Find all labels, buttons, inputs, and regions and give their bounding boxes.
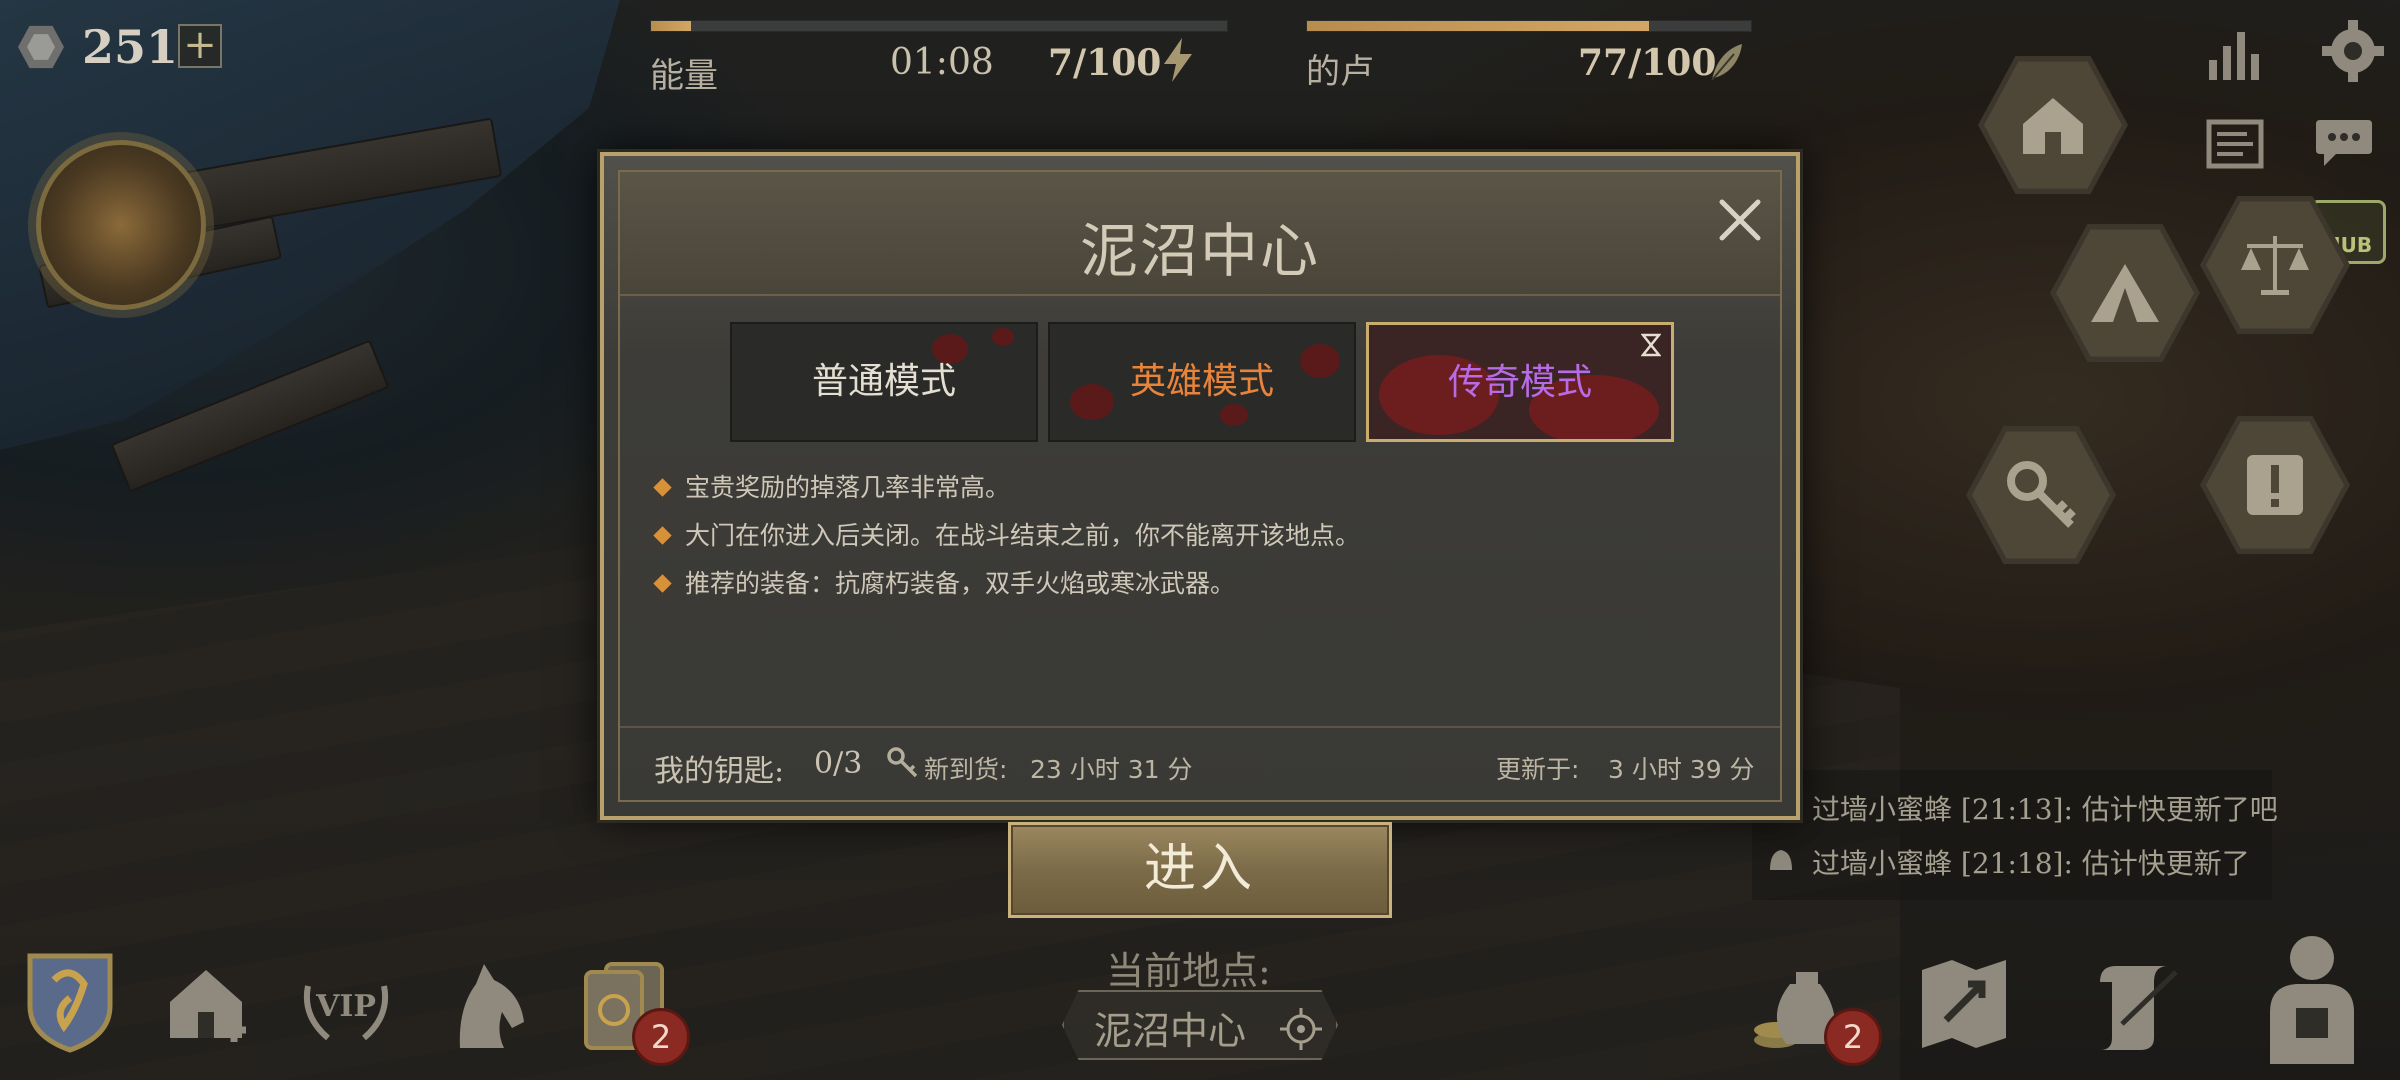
chat-message: 过墙小蜜蜂 [21:13]: 估计快更新了吧 bbox=[1812, 793, 2278, 826]
energy-value: 7/100 bbox=[1048, 42, 1162, 84]
updated-value: 3 小时 39 分 bbox=[1608, 755, 1755, 784]
swamp-center-dialog: 泥沼中心 普通模式 英雄模式 传奇模式 宝贵奖励的掉落几率非常高。 大门在你进入… bbox=[600, 152, 1800, 820]
gem-count: 251 bbox=[82, 20, 179, 74]
current-location-label: 当前地点: bbox=[1106, 949, 1271, 993]
lightning-icon bbox=[1164, 38, 1192, 82]
leaf-icon bbox=[1711, 44, 1742, 81]
player-avatar-icon bbox=[1770, 850, 1792, 870]
scroll-quill-icon[interactable] bbox=[2088, 958, 2184, 1054]
add-gems-button[interactable]: + bbox=[178, 24, 222, 68]
energy-bar-fill bbox=[651, 21, 692, 31]
coins-badge: 2 bbox=[1824, 1008, 1882, 1066]
my-keys-value: 0/3 bbox=[814, 746, 863, 781]
horse-icon[interactable] bbox=[440, 958, 532, 1054]
description-line: 大门在你进入后关闭。在战斗结束之前，你不能离开该地点。 bbox=[653, 516, 1360, 552]
mode-tab-normal[interactable]: 普通模式 bbox=[730, 322, 1038, 442]
hut-label: 的卢 bbox=[1306, 52, 1374, 92]
mode-label: 普通模式 bbox=[811, 361, 956, 402]
target-icon[interactable] bbox=[1278, 1006, 1324, 1052]
mode-label: 英雄模式 bbox=[1129, 361, 1274, 402]
hut-bar bbox=[1306, 20, 1752, 32]
description-line: 推荐的装备：抗腐朽装备，双手火焰或寒冰武器。 bbox=[653, 564, 1235, 600]
description-line: 宝贵奖励的掉落几率非常高。 bbox=[653, 468, 1010, 504]
vip-label: VIP bbox=[315, 989, 376, 1024]
base-map-button[interactable] bbox=[36, 140, 206, 310]
current-location-name: 泥沼中心 bbox=[1094, 1009, 1247, 1053]
cards-badge: 2 bbox=[632, 1008, 690, 1066]
gear-icon[interactable] bbox=[2320, 18, 2386, 84]
document-icon[interactable] bbox=[2205, 118, 2265, 170]
energy-timer: 01:08 bbox=[890, 42, 994, 83]
restock-value: 23 小时 31 分 bbox=[1030, 755, 1193, 784]
footer-divider bbox=[620, 726, 1780, 728]
bullet-diamond-icon bbox=[653, 477, 672, 497]
energy-label: 能量 bbox=[650, 56, 718, 96]
enter-button[interactable]: 进入 bbox=[1008, 822, 1392, 918]
bullet-diamond-icon bbox=[653, 525, 672, 545]
mode-tab-hero[interactable]: 英雄模式 bbox=[1048, 322, 1356, 442]
hourglass-icon bbox=[1641, 333, 1661, 357]
map-icon[interactable] bbox=[1912, 956, 2016, 1052]
mode-label: 传奇模式 bbox=[1447, 362, 1592, 403]
mode-tab-legendary[interactable]: 传奇模式 bbox=[1366, 322, 1674, 442]
key-icon bbox=[887, 747, 918, 778]
hut-value: 77/100 bbox=[1578, 42, 1717, 84]
my-keys-label: 我的钥匙: bbox=[654, 754, 785, 789]
chat-message: 过墙小蜜蜂 [21:18]: 估计快更新了 bbox=[1812, 847, 2250, 880]
build-shelter-icon[interactable] bbox=[164, 962, 256, 1046]
vip-icon[interactable]: VIP bbox=[298, 956, 394, 1052]
bullet-diamond-icon bbox=[653, 573, 672, 593]
dialog-title: 泥沼中心 bbox=[1079, 217, 1320, 285]
stats-icon[interactable] bbox=[2205, 26, 2267, 82]
restock-label: 新到货: bbox=[924, 755, 1008, 784]
close-icon[interactable] bbox=[1712, 192, 1768, 248]
faction-crest-icon[interactable] bbox=[24, 950, 116, 1054]
updated-label: 更新于: bbox=[1496, 755, 1580, 784]
hut-bar-fill bbox=[1307, 21, 1649, 31]
character-icon[interactable] bbox=[2256, 928, 2368, 1068]
energy-bar bbox=[650, 20, 1228, 32]
chat-icon[interactable] bbox=[2312, 114, 2376, 172]
